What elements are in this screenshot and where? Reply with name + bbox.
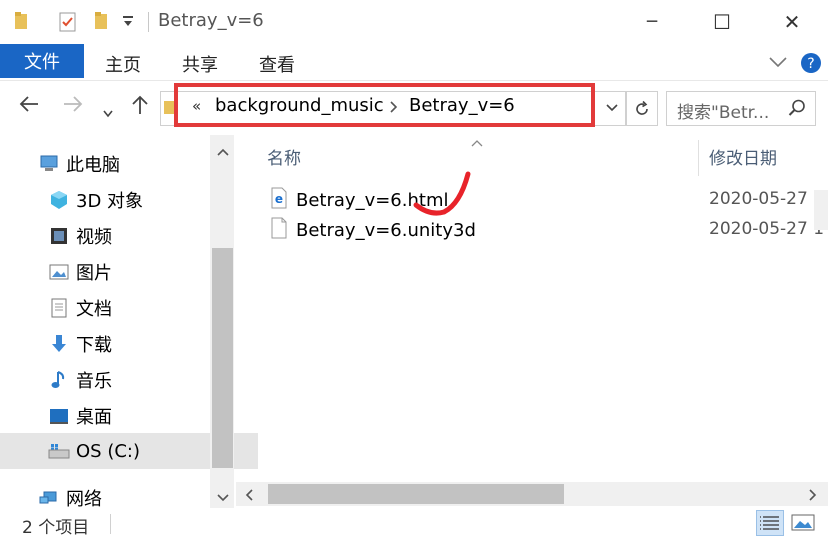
- up-arrow-icon[interactable]: [130, 94, 150, 121]
- scroll-up-icon[interactable]: [216, 142, 230, 162]
- pictures-icon: [48, 262, 70, 282]
- sort-ascending-icon: [470, 132, 484, 152]
- large-icons-view-icon: [791, 514, 815, 531]
- search-icon[interactable]: [787, 98, 807, 123]
- details-view-button[interactable]: [756, 510, 784, 536]
- forward-arrow-icon[interactable]: [62, 94, 84, 119]
- horizontal-scroll-thumb[interactable]: [268, 484, 564, 504]
- address-dropdown-button[interactable]: [600, 91, 624, 124]
- refresh-icon: [636, 100, 648, 115]
- chevron-down-icon: [606, 103, 618, 111]
- status-bar: [0, 508, 828, 542]
- column-header-name[interactable]: 名称: [267, 144, 301, 169]
- file-row-unity3d[interactable]: Betray_v=6.unity3d: [270, 216, 476, 244]
- new-folder-icon[interactable]: [94, 11, 108, 36]
- close-button[interactable]: ✕: [768, 0, 816, 44]
- status-separator: [110, 514, 111, 534]
- edge-html-icon: e: [270, 187, 288, 214]
- file-date: 2020-05-27 1: [709, 189, 825, 209]
- tab-share[interactable]: 共享: [182, 51, 218, 77]
- breadcrumb-current-folder[interactable]: Betray_v=6: [409, 95, 515, 116]
- item-count: 2 个项目: [22, 518, 90, 538]
- tab-home[interactable]: 主页: [105, 51, 141, 77]
- file-date: 2020-05-27 1: [709, 219, 825, 239]
- window-title: Betray_v=6: [158, 10, 264, 31]
- large-icons-view-button[interactable]: [790, 510, 818, 536]
- back-arrow-icon[interactable]: [18, 94, 40, 119]
- content-scrollbar-track[interactable]: [814, 190, 828, 235]
- customize-toolbar-icon[interactable]: [122, 14, 134, 34]
- properties-icon[interactable]: [58, 11, 78, 38]
- maximize-button[interactable]: ☐: [698, 0, 746, 44]
- scroll-left-icon[interactable]: [244, 487, 254, 507]
- sidebar-item-label: 3D 对象: [76, 191, 144, 212]
- address-overflow[interactable]: «: [192, 97, 201, 115]
- recent-locations-icon[interactable]: [102, 100, 114, 124]
- network-icon: [38, 488, 60, 508]
- scroll-right-icon[interactable]: [808, 487, 818, 507]
- documents-icon: [48, 298, 70, 318]
- minimize-button[interactable]: ─: [628, 0, 676, 44]
- search-placeholder: 搜索"Betr...: [677, 103, 770, 123]
- refresh-button[interactable]: [626, 91, 658, 126]
- sidebar-item-label: 此电脑: [66, 155, 120, 176]
- sidebar-item-label: 视频: [76, 227, 112, 248]
- column-divider[interactable]: [698, 140, 699, 176]
- sidebar-item-label: OS (C:): [76, 440, 140, 462]
- title-separator: [148, 12, 149, 32]
- expand-ribbon-icon[interactable]: [768, 54, 788, 74]
- scroll-down-icon[interactable]: [216, 488, 230, 508]
- desktop-icon: [48, 406, 70, 426]
- sidebar-item-label: 下载: [76, 335, 112, 356]
- annotation-checkmark: [413, 171, 471, 216]
- file-name: Betray_v=6.unity3d: [296, 219, 476, 241]
- sidebar-item-label: 图片: [76, 263, 112, 284]
- tab-view[interactable]: 查看: [259, 51, 295, 77]
- folder-icon: [14, 11, 28, 36]
- tab-file[interactable]: 文件: [0, 44, 84, 78]
- sidebar-item-label: 音乐: [76, 371, 112, 392]
- column-header-date[interactable]: 修改日期: [709, 144, 777, 169]
- details-view-icon: [760, 516, 779, 530]
- videos-icon: [48, 226, 70, 246]
- search-box[interactable]: 搜索"Betr...: [666, 91, 816, 126]
- svg-text:?: ?: [807, 56, 814, 72]
- breadcrumb-background-music[interactable]: background_music: [215, 95, 384, 116]
- breadcrumb-chevron-icon[interactable]: [389, 99, 399, 119]
- 3d-objects-icon: [48, 190, 70, 210]
- nav-scroll-thumb[interactable]: [212, 248, 233, 468]
- computer-icon: [38, 154, 60, 174]
- sidebar-item-label: 文档: [76, 299, 112, 320]
- blank-file-icon: [270, 217, 288, 244]
- music-icon: [48, 370, 70, 390]
- sidebar-item-label: 桌面: [76, 407, 112, 428]
- help-icon[interactable]: ?: [800, 52, 822, 79]
- navigation-pane: 此电脑 3D 对象 视频 图片 文档 下载 音乐 桌面 OS (C:) 网络: [0, 135, 258, 510]
- svg-text:e: e: [275, 192, 283, 206]
- drive-icon: [48, 441, 70, 461]
- downloads-icon: [48, 334, 70, 354]
